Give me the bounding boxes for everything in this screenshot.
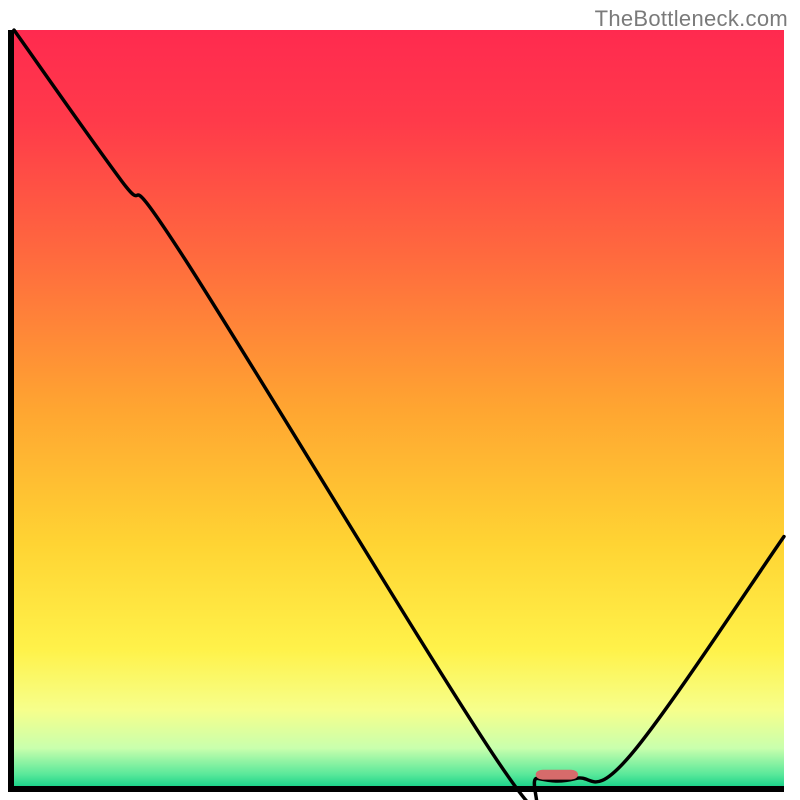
bottleneck-curve — [14, 30, 784, 800]
optimum-marker — [536, 770, 578, 780]
chart-plot-area — [14, 30, 784, 786]
watermark-text: TheBottleneck.com — [595, 6, 788, 32]
chart-overlay — [14, 30, 784, 786]
